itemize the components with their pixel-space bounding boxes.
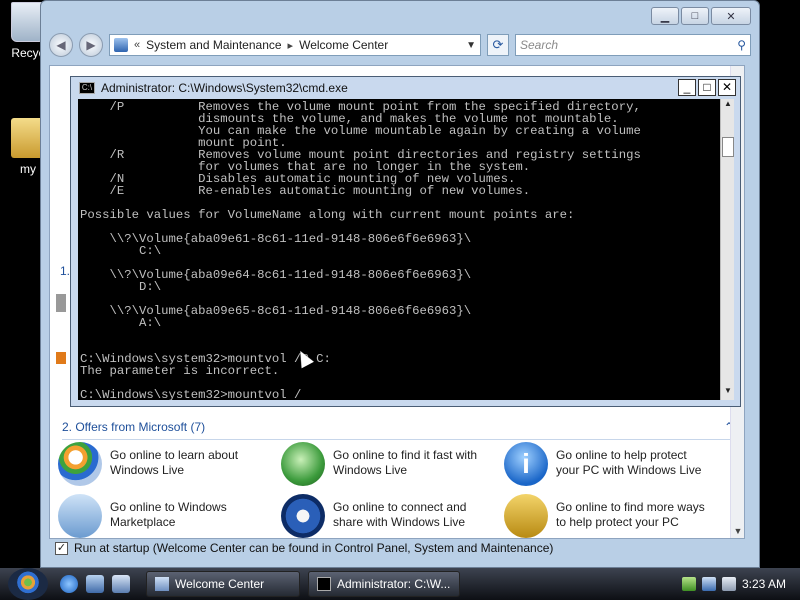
cmd-window: C:\ Administrator: C:\Windows\System32\c… [70,76,741,407]
task-label: Welcome Center [175,577,265,591]
breadcrumb-separator-icon: ▸ [287,39,294,52]
cmd-task-icon [317,577,331,591]
start-button[interactable] [8,568,48,600]
task-cmd[interactable]: Administrator: C:\W... [308,571,460,597]
offer-learn-windows-live[interactable]: Go online to learn about Windows Live [58,442,268,490]
offer-line: Go online to connect and [333,500,467,514]
breadcrumb-welcome-center[interactable]: Welcome Center [299,38,388,52]
cmd-minimize-button[interactable]: _ [678,79,696,96]
windows-flag-icon [58,442,102,486]
offer-help-protect-pc[interactable]: i Go online to help protect your PC with … [504,442,714,490]
offer-more-ways-protect[interactable]: Go online to find more ways to help prote… [504,494,714,538]
section-number-1: 1. [60,264,71,278]
address-bar[interactable]: « System and Maintenance ▸ Welcome Cente… [109,34,481,56]
console-line: /E Re-enables automatic mounting of new … [80,184,531,198]
console-line: C:\ [80,244,162,258]
breadcrumb-system-and-maintenance[interactable]: System and Maintenance [146,38,281,52]
show-desktop-icon[interactable] [86,575,104,593]
internet-explorer-icon[interactable] [60,575,78,593]
offer-line: Go online to Windows [110,500,227,514]
console-line: A:\ [80,316,162,330]
task-icon-partial-orange [56,352,66,364]
globe-search-icon [281,442,325,486]
offer-line: Marketplace [110,515,176,529]
forward-button[interactable]: ▶ [79,33,103,57]
scroll-thumb[interactable] [722,137,734,157]
network-icon[interactable] [701,577,716,591]
console-line: D:\ [80,280,162,294]
cmd-close-button[interactable]: ✕ [718,79,736,96]
run-at-startup-row: ✓ Run at startup (Welcome Center can be … [55,541,553,555]
offer-line: Go online to learn about [110,448,239,462]
task-icon-partial [56,294,66,312]
offer-line: Windows Live [110,463,185,477]
scroll-down-icon[interactable]: ▼ [721,386,735,400]
info-icon: i [504,442,548,486]
cmd-titlebar[interactable]: C:\ Administrator: C:\Windows\System32\c… [71,77,740,99]
window-caption-buttons: ▁ □ ✕ [651,7,751,25]
shopping-bag-icon [58,494,102,538]
search-icon[interactable]: ⚲ [737,38,746,52]
offers-title: 2. Offers from Microsoft (7) [62,420,206,434]
back-arrow-icon: ◀ [56,38,66,52]
offer-line: Go online to find more ways [556,500,705,514]
system-tray: 3:23 AM [681,577,800,591]
task-welcome-center[interactable]: Welcome Center [146,571,300,597]
scroll-up-icon[interactable]: ▲ [721,99,735,113]
search-input[interactable]: Search ⚲ [515,34,751,56]
cmd-maximize-button[interactable]: □ [698,79,716,96]
windows-orb-icon [281,494,325,538]
console-line: \\?\Volume{aba09e61-8c61-11ed-9148-806e6… [80,232,472,246]
task-label: Administrator: C:\W... [337,577,451,591]
quick-launch [60,575,130,593]
console-line: \\?\Volume{aba09e65-8c61-11ed-9148-806e6… [80,304,472,318]
close-button[interactable]: ✕ [711,7,751,25]
welcome-center-task-icon [155,577,169,591]
maximize-button[interactable]: □ [681,7,709,25]
offer-line: your PC with Windows Live [556,463,702,477]
cmd-scrollbar[interactable]: ▲ ▼ [720,99,734,400]
offer-line: share with Windows Live [333,515,466,529]
search-placeholder: Search [520,38,559,52]
forward-arrow-icon: ▶ [86,38,96,52]
minimize-button[interactable]: ▁ [651,7,679,25]
console-line: The parameter is incorrect. [80,364,280,378]
padlock-icon [504,494,548,538]
cmd-title: Administrator: C:\Windows\System32\cmd.e… [101,81,348,95]
console-line: Possible values for VolumeName along wit… [80,208,575,222]
taskbar: Welcome Center Administrator: C:\W... 3:… [0,568,800,600]
run-at-startup-checkbox[interactable]: ✓ [55,541,68,555]
address-dropdown-icon[interactable]: ▼ [466,40,476,51]
cmd-caption-buttons: _ □ ✕ [678,79,736,96]
offer-line: to help protect your PC [556,515,679,529]
refresh-button[interactable]: ⟳ [487,34,509,56]
explorer-toolbar: ◀ ▶ « System and Maintenance ▸ Welcome C… [49,31,751,59]
offer-line: Go online to help protect [556,448,687,462]
console-line: C:\Windows\system32>mountvol / [80,388,302,400]
clock[interactable]: 3:23 AM [742,577,786,591]
offer-windows-marketplace[interactable]: Go online to Windows Marketplace [58,494,268,538]
cmd-icon: C:\ [79,82,95,94]
offer-connect-and-share[interactable]: Go online to connect and share with Windo… [281,494,491,538]
console-line: \\?\Volume{aba09e64-8c61-11ed-9148-806e6… [80,268,472,282]
scroll-down-icon[interactable]: ▼ [731,526,744,538]
offers-header[interactable]: 2. Offers from Microsoft (7) ⌃ [62,420,734,440]
control-panel-icon [114,38,128,52]
console-output[interactable]: /P Removes the volume mount point from t… [78,99,721,400]
security-center-icon[interactable] [681,577,696,591]
offers-section: 2. Offers from Microsoft (7) ⌃ Go online… [50,412,744,538]
volume-icon[interactable] [721,577,736,591]
breadcrumb-overflow[interactable]: « [134,39,140,51]
run-at-startup-label: Run at startup (Welcome Center can be fo… [74,541,554,555]
refresh-icon: ⟳ [492,37,504,52]
switch-windows-icon[interactable] [112,575,130,593]
offer-line: Go online to find it fast with [333,448,478,462]
offer-line: Windows Live [333,463,408,477]
back-button[interactable]: ◀ [49,33,73,57]
offer-find-it-fast[interactable]: Go online to find it fast with Windows Li… [281,442,491,490]
